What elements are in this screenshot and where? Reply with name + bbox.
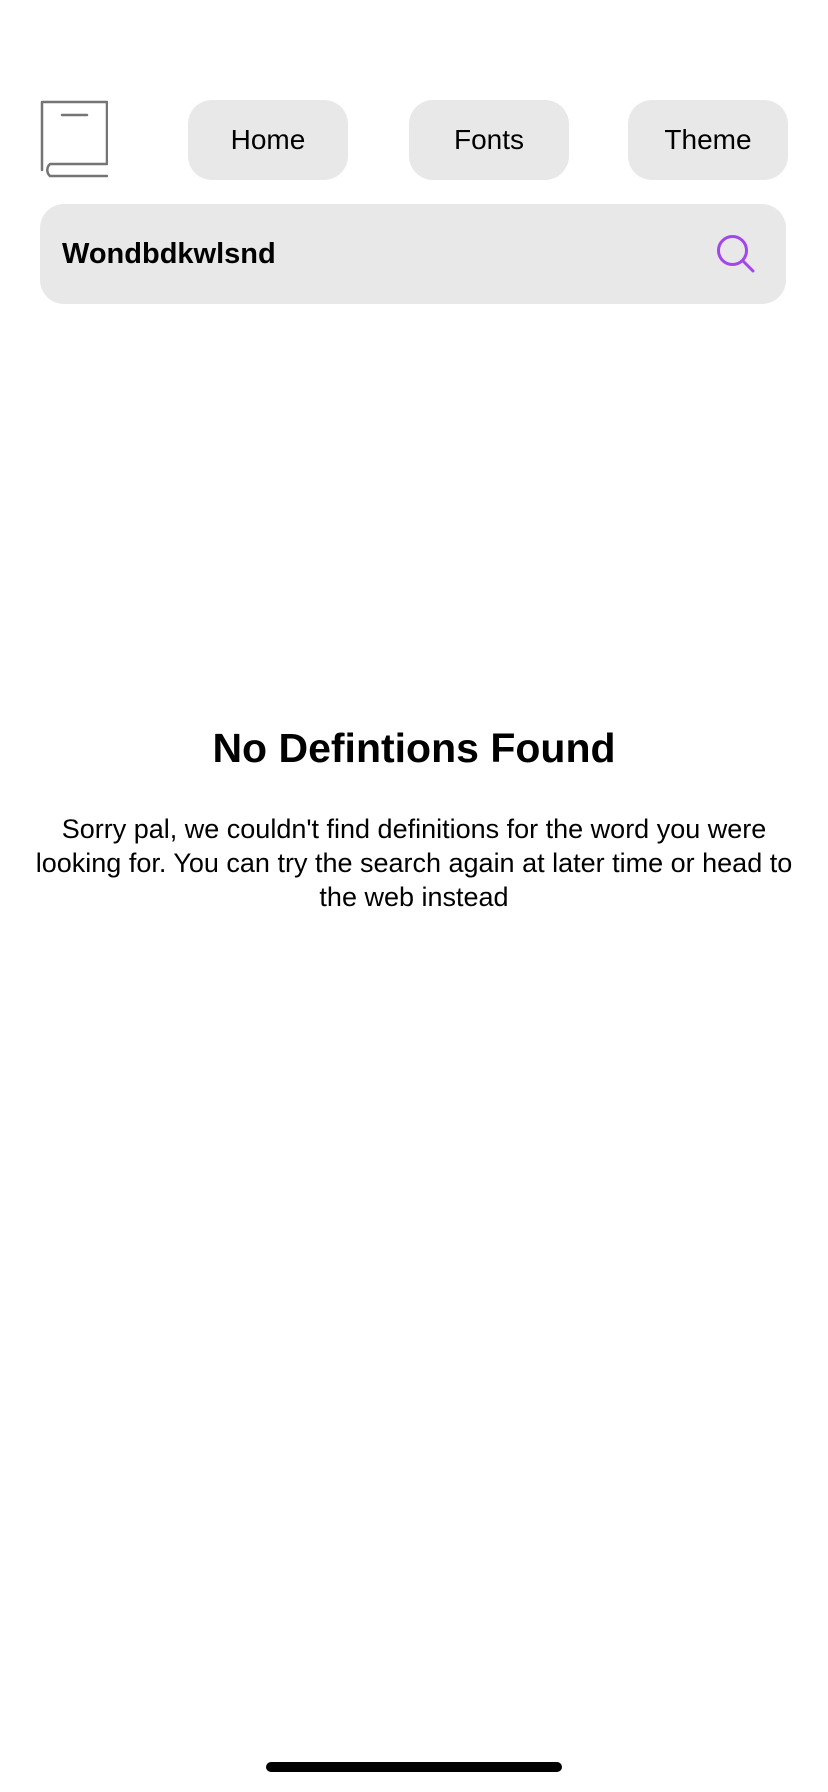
no-results-message: Sorry pal, we couldn't find definitions … — [35, 814, 793, 912]
book-icon[interactable] — [40, 100, 109, 178]
search-icon — [716, 235, 756, 277]
search-button[interactable] — [716, 234, 756, 274]
no-results-title: No Defintions Found — [212, 725, 616, 771]
home-button[interactable]: Home — [188, 100, 348, 180]
search-bar — [40, 204, 786, 304]
no-results-panel: No Defintions Found Sorry pal, we couldn… — [20, 718, 808, 914]
theme-button[interactable]: Theme — [628, 100, 788, 180]
fonts-button[interactable]: Fonts — [409, 100, 569, 180]
app-header: Home Fonts Theme — [40, 100, 788, 180]
search-input[interactable] — [62, 204, 662, 304]
home-indicator[interactable] — [266, 1762, 562, 1772]
